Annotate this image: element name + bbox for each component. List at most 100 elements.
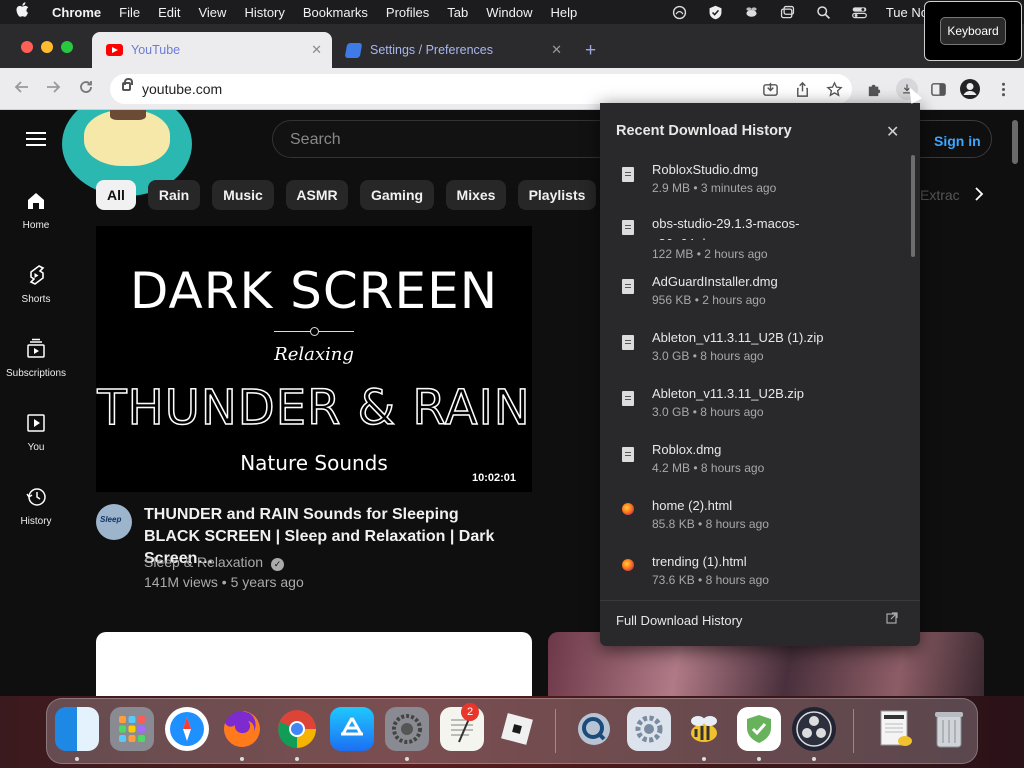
- menu-window[interactable]: Window: [477, 5, 541, 20]
- install-app-icon[interactable]: [761, 80, 779, 98]
- video-meta: 141M views • 5 years ago: [144, 574, 304, 590]
- tab-youtube[interactable]: YouTube ✕: [92, 32, 332, 68]
- chip-label: All: [107, 187, 125, 203]
- roblox-icon[interactable]: [495, 707, 539, 751]
- apple-menu-icon[interactable]: [0, 2, 44, 22]
- obs-icon[interactable]: [792, 707, 836, 751]
- download-item[interactable]: Ableton_v11.3.11_U2B (1).zip 3.0 GB • 8 …: [600, 329, 906, 385]
- channel-name[interactable]: Sleep & Relaxation ✓: [144, 554, 284, 571]
- tab-strip: YouTube ✕ Settings / Preferences ✕ +: [0, 24, 1024, 68]
- menu-file[interactable]: File: [110, 5, 149, 20]
- download-item[interactable]: Ableton_v11.3.11_U2B.zip 3.0 GB • 8 hour…: [600, 385, 906, 441]
- channel-name-text[interactable]: Sleep & Relaxation: [144, 554, 263, 570]
- chip-partial-label[interactable]: Extrac: [920, 187, 960, 203]
- full-download-history-link[interactable]: Full Download History: [600, 600, 920, 646]
- download-item[interactable]: obs-studio-29.1.3-macos-x86_64.dmg 122 M…: [600, 214, 906, 270]
- avatar-text: Sleep: [100, 515, 122, 524]
- sidebar-item-subscriptions[interactable]: Subscriptions: [0, 338, 72, 379]
- menu-app-name[interactable]: Chrome: [44, 5, 110, 20]
- search-icon[interactable]: [806, 4, 842, 21]
- firefox-icon[interactable]: [220, 707, 264, 751]
- finder-icon[interactable]: [55, 707, 99, 751]
- close-popup-icon[interactable]: ✕: [886, 122, 899, 142]
- download-name: obs-studio-29.1.3-macos-x86_64.dmg: [652, 216, 800, 240]
- reload-button[interactable]: [78, 79, 94, 100]
- download-item[interactable]: home (2).html 85.8 KB • 8 hours ago: [600, 497, 906, 553]
- lock-icon[interactable]: [122, 78, 133, 91]
- sidebar-item-you[interactable]: You: [0, 412, 72, 453]
- menu-tab[interactable]: Tab: [438, 5, 477, 20]
- creative-cloud-icon[interactable]: [662, 4, 698, 21]
- search-input[interactable]: Search: [272, 120, 612, 158]
- menubar: Chrome File Edit View History Bookmarks …: [0, 0, 1024, 24]
- close-tab-icon[interactable]: ✕: [311, 42, 322, 58]
- download-item[interactable]: Roblox.dmg 4.2 MB • 8 hours ago: [600, 441, 906, 497]
- chip-all[interactable]: All: [96, 180, 136, 210]
- next-video-thumbnail[interactable]: [96, 632, 532, 696]
- settings-utility-icon[interactable]: [627, 707, 671, 751]
- menu-history[interactable]: History: [235, 5, 293, 20]
- extensions-puzzle-icon[interactable]: [865, 80, 883, 98]
- adguard-icon[interactable]: [737, 707, 781, 751]
- video-thumbnail[interactable]: DARK SCREEN Relaxing THUNDER & RAIN Natu…: [96, 226, 532, 492]
- download-item[interactable]: RobloxStudio.dmg 2.9 MB • 3 minutes ago: [600, 161, 906, 217]
- window-icon[interactable]: [770, 4, 806, 21]
- menu-edit[interactable]: Edit: [149, 5, 189, 20]
- chip-gaming[interactable]: Gaming: [360, 180, 434, 210]
- bee-app-icon[interactable]: [682, 707, 726, 751]
- safari-icon[interactable]: [165, 707, 209, 751]
- control-center-icon[interactable]: [842, 4, 878, 21]
- youtube-favicon-icon: [106, 44, 123, 56]
- page-scrollbar[interactable]: [1012, 120, 1018, 164]
- shorts-icon: [29, 265, 45, 285]
- download-name: RobloxStudio.dmg: [652, 162, 759, 177]
- chip-music[interactable]: Music: [212, 180, 274, 210]
- back-button[interactable]: [14, 79, 30, 100]
- chrome-icon[interactable]: [275, 707, 319, 751]
- forward-button[interactable]: [45, 79, 61, 100]
- menu-profiles[interactable]: Profiles: [377, 5, 438, 20]
- footer-label: Full Download History: [616, 613, 743, 628]
- external-link-icon: [886, 612, 898, 627]
- menu-bookmarks[interactable]: Bookmarks: [294, 5, 377, 20]
- chevron-right-icon[interactable]: [972, 184, 986, 209]
- menu-help[interactable]: Help: [542, 5, 587, 20]
- chrome-menu-icon[interactable]: [994, 80, 1012, 98]
- address-bar[interactable]: youtube.com: [110, 74, 852, 104]
- bookmark-star-icon[interactable]: [825, 80, 843, 98]
- minimize-window-button[interactable]: [41, 41, 53, 53]
- app-store-icon[interactable]: [330, 707, 374, 751]
- hamburger-menu-icon[interactable]: [26, 132, 46, 146]
- channel-avatar[interactable]: Sleep: [96, 504, 132, 540]
- file-icon: [622, 391, 634, 406]
- side-panel-icon[interactable]: [929, 80, 947, 98]
- close-window-button[interactable]: [21, 41, 33, 53]
- chip-asmr[interactable]: ASMR: [286, 180, 348, 210]
- launchpad-icon[interactable]: [110, 707, 154, 751]
- download-item[interactable]: AdGuardInstaller.dmg 956 KB • 2 hours ag…: [600, 273, 906, 329]
- menu-view[interactable]: View: [189, 5, 235, 20]
- sidebar-item-shorts[interactable]: Shorts: [0, 264, 72, 305]
- new-tab-button[interactable]: +: [585, 40, 596, 62]
- share-icon[interactable]: [793, 80, 811, 98]
- sidebar-item-history[interactable]: History: [0, 486, 72, 527]
- menubar-clock[interactable]: Tue No: [878, 5, 928, 20]
- chip-playlists[interactable]: Playlists: [518, 180, 596, 210]
- url-text[interactable]: youtube.com: [142, 81, 222, 97]
- bee-icon[interactable]: [734, 4, 770, 21]
- shield-check-icon[interactable]: [698, 4, 734, 21]
- file-icon: [622, 335, 634, 350]
- zoom-window-button[interactable]: [61, 41, 73, 53]
- chip-rain[interactable]: Rain: [148, 180, 200, 210]
- profile-avatar-icon[interactable]: [959, 78, 981, 100]
- chip-mixes[interactable]: Mixes: [446, 180, 506, 210]
- trash-icon[interactable]: [927, 707, 971, 751]
- popup-scrollbar[interactable]: [911, 155, 915, 257]
- quicktime-icon[interactable]: [572, 707, 616, 751]
- sidebar-item-home[interactable]: Home: [0, 190, 72, 231]
- downloads-stack-icon[interactable]: [873, 707, 917, 751]
- tab-settings[interactable]: Settings / Preferences ✕: [332, 32, 572, 68]
- download-name: trending (1).html: [652, 554, 747, 569]
- system-settings-icon[interactable]: [385, 707, 429, 751]
- close-tab-icon[interactable]: ✕: [551, 42, 562, 58]
